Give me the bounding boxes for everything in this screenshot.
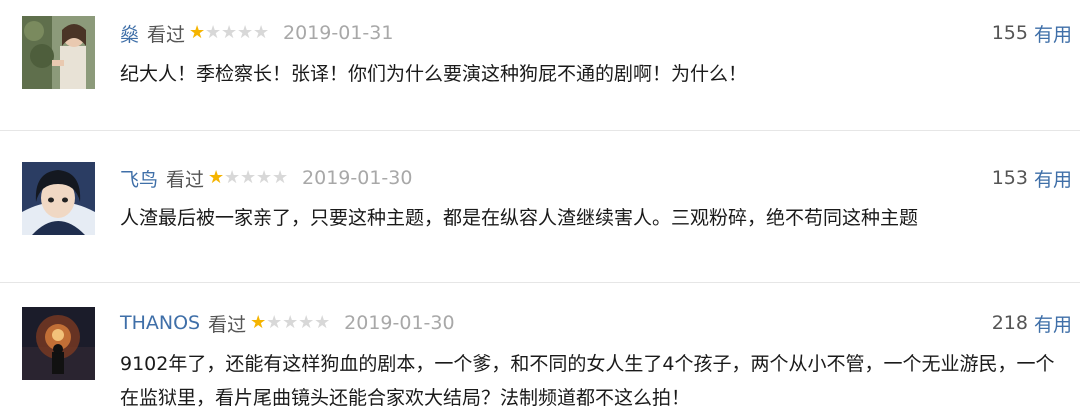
username-link[interactable]: THANOS — [120, 312, 200, 334]
star-filled-icon: ★ — [250, 312, 267, 333]
helpful-button[interactable]: 有用 — [1034, 20, 1072, 47]
review-text: 纪大人！季检察长！张译！你们为什么要演这种狗屁不通的剧啊！为什么！ — [120, 63, 748, 85]
vote-count: 218 — [991, 312, 1028, 334]
vote-area: 153 有用 — [992, 164, 1072, 192]
helpful-button[interactable]: 有用 — [1034, 165, 1072, 192]
review-meta: 飞鸟 看过 ★ ★ ★ ★ ★ 2019-01-30 — [120, 164, 412, 192]
star-empty-icon: ★ — [314, 312, 331, 333]
watched-status: 看过 — [208, 313, 247, 336]
star-empty-icon: ★ — [224, 167, 241, 188]
username-link[interactable]: 燊 — [120, 20, 139, 47]
star-filled-icon: ★ — [208, 167, 225, 188]
star-empty-icon: ★ — [240, 167, 257, 188]
review-meta: 燊 看过 ★ ★ ★ ★ ★ 2019-01-31 — [120, 19, 393, 47]
star-filled-icon: ★ — [189, 22, 206, 43]
star-empty-icon: ★ — [282, 312, 299, 333]
star-empty-icon: ★ — [237, 22, 254, 43]
username-link[interactable]: 飞鸟 — [120, 165, 158, 192]
review-text: 9102年了，还能有这样狗血的剧本，一个爹，和不同的女人生了4个孩子，两个从小不… — [120, 353, 1055, 409]
review-item: 飞鸟 看过 ★ ★ ★ ★ ★ 2019-01-30 153 有用 人渣最后被一家亲了，… — [0, 140, 1080, 270]
review-item: THANOS 看过 ★ ★ ★ ★ ★ 2019-01-30 218 有用 9102年了… — [0, 290, 1080, 418]
star-empty-icon: ★ — [298, 312, 315, 333]
review-date: 2019-01-30 — [344, 312, 455, 334]
star-empty-icon: ★ — [221, 22, 238, 43]
divider — [0, 130, 1080, 131]
review-text: 人渣最后被一家亲了，只要这种主题，都是在纵容人渣继续害人。三观粉碎，绝不苟同这种… — [120, 207, 919, 229]
avatar-photo-fire — [22, 307, 95, 380]
user-avatar[interactable] — [22, 307, 95, 380]
review-item: 燊 看过 ★ ★ ★ ★ ★ 2019-01-31 155 有用 纪大人！季检察长！张译… — [0, 0, 1080, 120]
divider — [0, 282, 1080, 283]
watched-status: 看过 — [147, 23, 186, 46]
vote-count: 155 — [991, 22, 1028, 44]
user-avatar[interactable] — [22, 162, 95, 235]
helpful-button[interactable]: 有用 — [1034, 310, 1072, 337]
vote-count: 153 — [991, 167, 1028, 189]
review-meta: THANOS 看过 ★ ★ ★ ★ ★ 2019-01-30 — [120, 309, 455, 337]
watched-status: 看过 — [166, 168, 205, 191]
rating-stars: ★ ★ ★ ★ ★ — [250, 314, 330, 332]
star-empty-icon: ★ — [266, 312, 283, 333]
user-avatar[interactable] — [22, 16, 95, 89]
star-empty-icon: ★ — [256, 167, 273, 188]
rating-stars: ★ ★ ★ ★ ★ — [189, 24, 269, 42]
star-empty-icon: ★ — [253, 22, 270, 43]
vote-area: 155 有用 — [992, 19, 1072, 47]
avatar-photo-anime — [22, 162, 95, 235]
vote-area: 218 有用 — [992, 309, 1072, 337]
star-empty-icon: ★ — [272, 167, 289, 188]
review-date: 2019-01-30 — [302, 167, 413, 189]
star-empty-icon: ★ — [205, 22, 222, 43]
rating-stars: ★ ★ ★ ★ ★ — [208, 169, 288, 187]
avatar-photo-woman — [22, 16, 95, 89]
review-date: 2019-01-31 — [283, 22, 394, 44]
review-list: 燊 看过 ★ ★ ★ ★ ★ 2019-01-31 155 有用 纪大人！季检察长！张译… — [0, 0, 1080, 418]
